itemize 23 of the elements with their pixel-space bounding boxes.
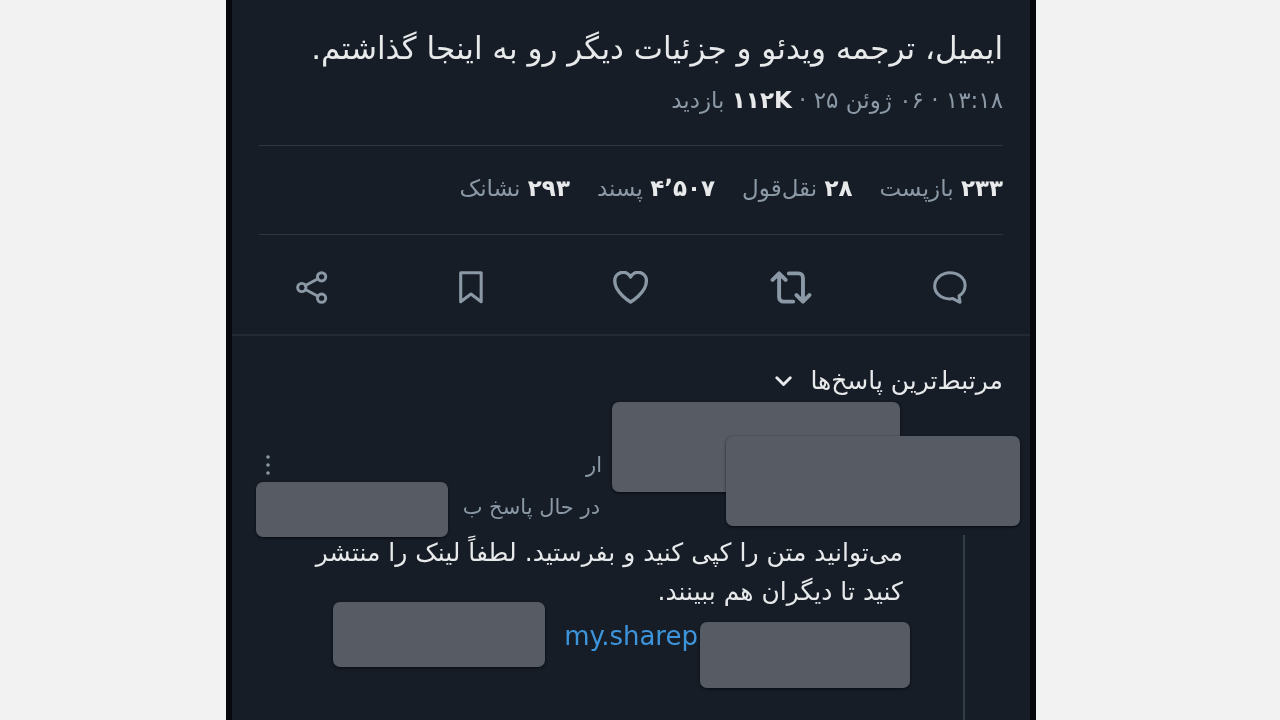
post-meta: ۱۳:۱۸ · ۰۶ ژوئن ۲۵ · ۱۱۲K بازدید xyxy=(671,86,1003,114)
share-button[interactable] xyxy=(296,271,328,304)
reply-sort-button[interactable]: مرتبط‌ترین پاسخ‌ها xyxy=(775,364,1003,398)
speech-bubble-icon xyxy=(933,271,968,304)
replying-to-text: در حال پاسخ ب xyxy=(462,494,600,521)
share-icon xyxy=(296,271,328,304)
bookmark-button[interactable] xyxy=(459,271,484,304)
heart-icon xyxy=(613,271,649,304)
stat-link[interactable]: ۴٬۵۰۷ پسند xyxy=(596,173,716,203)
repost-arrows-icon xyxy=(769,271,812,304)
chevron-down-icon xyxy=(775,375,793,387)
post-text: ایمیل، ترجمه ویدئو و جزئیات دیگر رو به اینجا گذاشتم. xyxy=(311,29,1003,69)
reply-header-text: ار xyxy=(586,452,602,479)
like-button[interactable] xyxy=(613,271,649,304)
stat-link[interactable]: ۲۹۳ نشانک xyxy=(459,173,570,203)
reply-button[interactable] xyxy=(933,271,968,304)
stat-link[interactable]: ۲۸ نقل‌قول xyxy=(742,173,853,203)
repost-button[interactable] xyxy=(769,271,812,304)
reply-link[interactable]: my.sharep xyxy=(564,621,698,651)
bookmark-icon xyxy=(459,271,484,304)
reply-text: می‌توانید متن را کپی کنید و بفرستید. لطفاً لینک را منتشر کنید تا دیگران هم ببینند. xyxy=(296,533,903,611)
more-options-icon[interactable] xyxy=(266,454,270,476)
stat-link[interactable]: ۲۳۳ بازپست xyxy=(879,173,1003,203)
